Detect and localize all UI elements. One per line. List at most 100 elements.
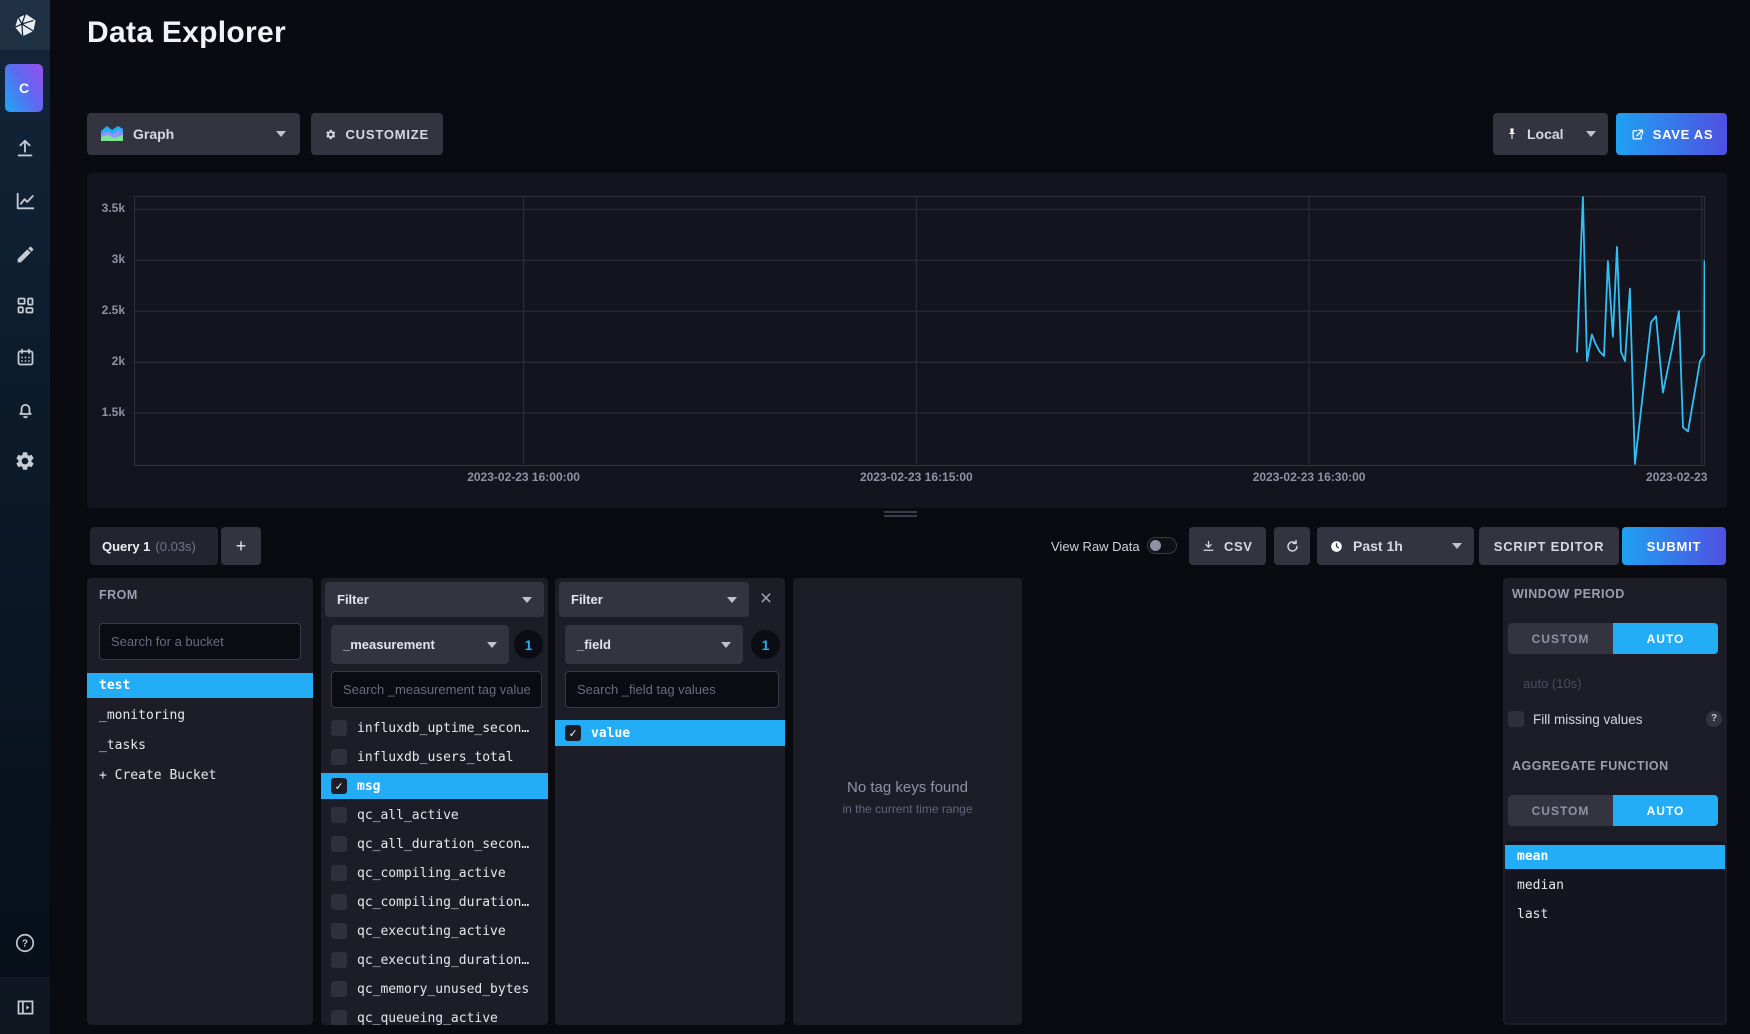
csv-download-button[interactable]: CSV — [1189, 527, 1266, 565]
x-axis: 2023-02-23 16:00:002023-02-23 16:15:0020… — [87, 173, 1727, 508]
chevron-down-icon — [522, 597, 532, 603]
customize-label: CUSTOMIZE — [345, 127, 429, 142]
view-type-dropdown[interactable]: Graph — [87, 113, 300, 155]
chevron-down-icon — [1452, 543, 1462, 549]
measurement-item[interactable]: qc_memory_unused_bytes — [321, 976, 548, 1002]
local-label: Local — [1527, 126, 1564, 142]
checkbox[interactable] — [331, 865, 347, 881]
measurement-search-input[interactable] — [331, 671, 542, 708]
bucket-search-input[interactable] — [99, 623, 301, 660]
x-axis-tick: 2023-02-23 16:30:00 — [1253, 470, 1366, 484]
tag-keys-panel: No tag keys found in the current time ra… — [793, 578, 1022, 1025]
checkbox[interactable] — [331, 952, 347, 968]
save-as-label: SAVE AS — [1653, 127, 1714, 142]
help-tooltip-icon[interactable]: ? — [1706, 711, 1722, 727]
checkbox[interactable] — [331, 836, 347, 852]
fill-missing-values-label: Fill missing values — [1533, 712, 1643, 727]
dashboards-icon[interactable] — [0, 282, 50, 328]
view-type-label: Graph — [133, 126, 174, 142]
field-tag-dropdown[interactable]: _field — [565, 625, 743, 664]
tasks-calendar-icon[interactable] — [0, 334, 50, 380]
measurement-item[interactable]: qc_compiling_active — [321, 860, 548, 886]
aggregate-function-item[interactable]: last — [1505, 903, 1725, 927]
add-query-button[interactable]: + — [221, 527, 261, 565]
filter-type-dropdown[interactable]: Filter — [325, 582, 544, 617]
measurement-item[interactable]: qc_compiling_duration… — [321, 889, 548, 915]
checkbox[interactable] — [331, 894, 347, 910]
measurement-item[interactable]: qc_all_active — [321, 802, 548, 828]
filter-type-dropdown[interactable]: Filter — [559, 582, 749, 617]
window-custom-button[interactable]: CUSTOM — [1508, 623, 1613, 654]
checkbox[interactable] — [331, 807, 347, 823]
field-search-input[interactable] — [565, 671, 779, 708]
bucket-item[interactable]: + Create Bucket — [87, 763, 313, 788]
resize-drag-handle[interactable] — [884, 511, 917, 519]
bucket-item[interactable]: _monitoring — [87, 703, 313, 728]
measurement-tag-dropdown[interactable]: _measurement — [331, 625, 509, 664]
checkbox[interactable] — [331, 981, 347, 997]
settings-gear-icon[interactable] — [0, 438, 50, 484]
influxdb-logo-icon[interactable] — [0, 0, 50, 50]
save-as-button[interactable]: SAVE AS — [1616, 113, 1727, 155]
checkbox[interactable] — [331, 749, 347, 765]
pencil-icon[interactable] — [0, 231, 50, 277]
checkbox[interactable]: ✓ — [565, 725, 581, 741]
measurement-item[interactable]: qc_executing_duration… — [321, 947, 548, 973]
aggregate-custom-button[interactable]: CUSTOM — [1508, 795, 1613, 826]
submit-button[interactable]: SUBMIT — [1622, 527, 1726, 565]
upload-icon[interactable] — [0, 126, 50, 172]
data-explorer-graph-icon[interactable] — [0, 178, 50, 224]
selected-count-badge: 1 — [751, 630, 780, 659]
checkbox[interactable] — [331, 1010, 347, 1025]
chevron-down-icon — [1586, 131, 1596, 137]
view-raw-data-toggle[interactable] — [1147, 537, 1177, 554]
measurement-item[interactable]: influxdb_users_total — [321, 744, 548, 770]
field-item-label: value — [591, 726, 630, 741]
aggregate-auto-button[interactable]: AUTO — [1613, 795, 1718, 826]
query-tab-label: Query 1 — [102, 539, 150, 554]
query-tab[interactable]: Query 1 (0.03s) — [90, 527, 218, 565]
bucket-item[interactable]: _tasks — [87, 733, 313, 758]
aggregate-function-item[interactable]: median — [1505, 874, 1725, 898]
field-item[interactable]: ✓ value — [555, 720, 785, 746]
window-period-value: auto (10s) — [1523, 676, 1582, 691]
export-icon — [1630, 127, 1645, 142]
aggregate-function-heading: AGGREGATE FUNCTION — [1512, 759, 1669, 773]
aggregate-function-list: mean median last — [1505, 841, 1725, 1023]
close-filter-icon[interactable]: × — [754, 587, 778, 611]
measurement-item-label: qc_compiling_duration… — [357, 895, 529, 910]
svg-text:?: ? — [22, 939, 28, 950]
measurement-item[interactable]: qc_executing_active — [321, 918, 548, 944]
fill-missing-values-checkbox[interactable] — [1508, 711, 1524, 727]
aggregate-function-item[interactable]: mean — [1505, 845, 1725, 869]
window-auto-button[interactable]: AUTO — [1613, 623, 1718, 654]
measurement-item[interactable]: influxdb_uptime_secon… — [321, 715, 548, 741]
help-icon[interactable]: ? — [0, 920, 50, 966]
window-period-heading: WINDOW PERIOD — [1512, 587, 1625, 601]
checkbox[interactable] — [331, 923, 347, 939]
expand-sidebar-icon[interactable] — [0, 984, 50, 1030]
tag-key-label: _measurement — [343, 637, 435, 652]
chart-panel: 1.5k2k2.5k3k3.5k 2023-02-23 16:00:002023… — [87, 173, 1727, 508]
x-axis-tick: 2023-02-23 16:15:00 — [860, 470, 973, 484]
refresh-button[interactable] — [1274, 527, 1310, 565]
measurement-item-label: qc_queueing_active — [357, 1011, 498, 1026]
checkbox[interactable] — [331, 720, 347, 736]
measurement-item[interactable]: qc_all_duration_secon… — [321, 831, 548, 857]
customize-button[interactable]: CUSTOMIZE — [311, 113, 443, 155]
measurement-item[interactable]: qc_queueing_active — [321, 1005, 548, 1025]
measurement-item-label: influxdb_uptime_secon… — [357, 721, 529, 736]
org-avatar[interactable]: C — [5, 64, 43, 112]
field-list: ✓ value — [555, 720, 785, 749]
chevron-down-icon — [487, 642, 497, 648]
checkbox[interactable]: ✓ — [331, 778, 347, 794]
measurement-item-label: influxdb_users_total — [357, 750, 514, 765]
measurement-item[interactable]: ✓msg — [321, 773, 548, 799]
bucket-item[interactable]: test — [87, 673, 313, 698]
alerts-bell-icon[interactable] — [0, 387, 50, 433]
graph-type-icon — [101, 125, 123, 144]
time-range-dropdown[interactable]: Past 1h — [1317, 527, 1474, 565]
script-editor-button[interactable]: SCRIPT EDITOR — [1479, 527, 1619, 565]
local-dropdown[interactable]: Local — [1493, 113, 1608, 155]
measurement-item-label: qc_executing_duration… — [357, 953, 529, 968]
